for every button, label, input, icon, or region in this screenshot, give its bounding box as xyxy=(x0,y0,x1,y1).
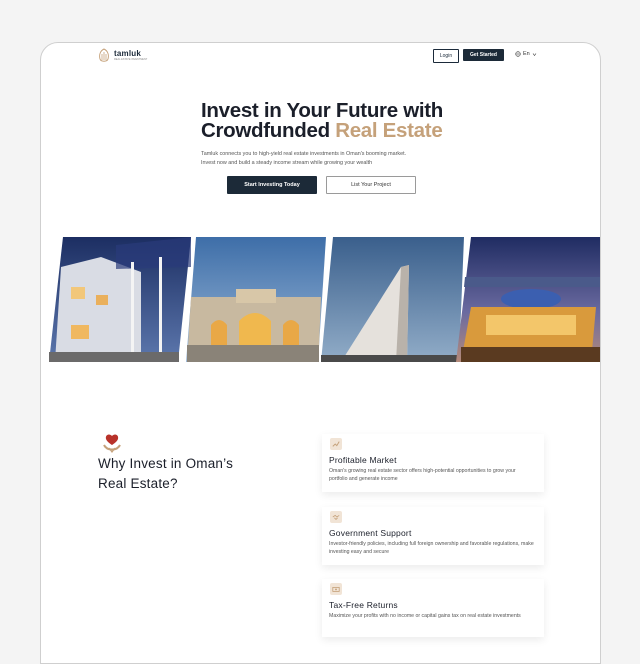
benefit-description: Oman's growing real estate sector offers… xyxy=(329,468,516,482)
benefit-card: Government Support Investor-friendly pol… xyxy=(322,507,544,565)
hero-title-line1: Invest in Your Future with xyxy=(201,99,444,122)
why-title-line1: Why Invest in Oman’s xyxy=(98,456,234,471)
language-selector[interactable]: En xyxy=(515,51,537,57)
login-button[interactable]: Login xyxy=(433,49,459,63)
money-icon xyxy=(330,583,342,595)
property-gallery xyxy=(41,237,600,362)
heart-hand-icon xyxy=(103,434,121,453)
villa-night-image xyxy=(49,237,191,362)
gallery-strip xyxy=(49,237,600,362)
benefit-title: Tax-Free Returns xyxy=(329,600,398,610)
globe-icon xyxy=(515,51,521,57)
brand-logo[interactable]: tamluk REAL ESTATE INVESTMENT xyxy=(97,48,147,64)
logo-mark-icon xyxy=(99,48,109,62)
logo-tagline: REAL ESTATE INVESTMENT xyxy=(114,58,148,62)
benefit-card: Tax-Free Returns Maximize your profits w… xyxy=(322,579,544,637)
why-invest-title: Why Invest in Oman’s Real Estate? xyxy=(98,454,258,494)
language-label: En xyxy=(523,51,530,57)
get-started-button[interactable]: Get Started xyxy=(463,49,504,61)
hero-title: Invest in Your Future with Crowdfunded R… xyxy=(201,99,461,142)
start-investing-button[interactable]: Start Investing Today xyxy=(227,176,317,194)
palace-courtyard-image xyxy=(186,237,326,362)
hero-title-accent: Real Estate xyxy=(335,119,443,142)
handshake-icon xyxy=(330,511,342,523)
why-title-line2: Real Estate? xyxy=(98,476,178,491)
waterfront-resort-image xyxy=(456,237,600,362)
benefit-description: Investor-friendly policies, including fu… xyxy=(329,541,534,555)
benefit-title: Profitable Market xyxy=(329,455,397,465)
list-project-button[interactable]: List Your Project xyxy=(326,176,416,194)
hero-title-line2: Crowdfunded Real Estate xyxy=(201,119,461,142)
chevron-down-icon xyxy=(532,52,536,56)
benefit-description: Maximize your profits with no income or … xyxy=(329,613,521,619)
page-frame: tamluk REAL ESTATE INVESTMENT Login Get … xyxy=(40,42,601,664)
logo-name: tamluk xyxy=(114,49,141,59)
chart-icon xyxy=(330,438,342,450)
hero-title-plain: Crowdfunded xyxy=(201,119,336,142)
modern-tower-image xyxy=(321,237,464,362)
hero-subtitle: Tamluk connects you to high-yield real e… xyxy=(201,151,407,166)
benefit-card: Profitable Market Oman's growing real es… xyxy=(322,434,544,492)
benefit-title: Government Support xyxy=(329,528,412,538)
